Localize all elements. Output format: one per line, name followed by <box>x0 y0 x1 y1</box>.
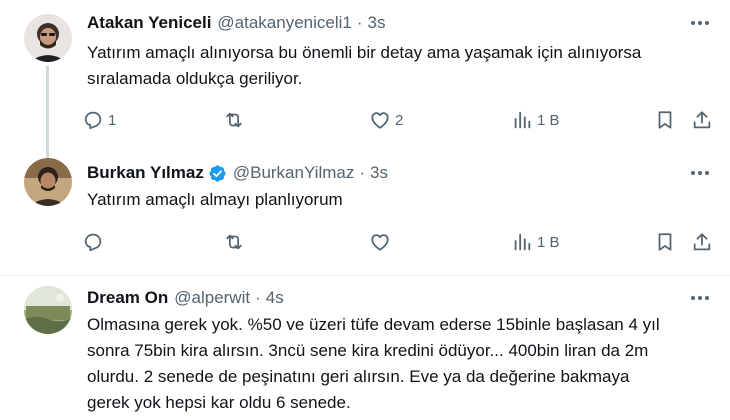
share-icon <box>693 233 711 251</box>
tweet-text: Yatırım amaçlı alınıyorsa bu önemli bir … <box>87 40 717 92</box>
share-button[interactable] <box>691 108 713 132</box>
more-icon[interactable] <box>688 287 712 309</box>
tweet-header: Atakan Yeniceli @atakanyeniceli1 · 3s <box>87 12 386 34</box>
avatar[interactable] <box>24 158 72 206</box>
views-button[interactable]: 1 B <box>511 108 560 132</box>
avatar[interactable] <box>24 14 72 62</box>
timestamp[interactable]: 3s <box>368 12 386 34</box>
tweet-text-line: olurdu. 2 senede de peşinatını geri alır… <box>87 367 630 386</box>
more-icon[interactable] <box>688 162 712 184</box>
views-count: 1 B <box>537 111 560 129</box>
user-handle[interactable]: @atakanyeniceli1 <box>217 12 351 34</box>
reply-button[interactable]: 1 <box>82 108 116 132</box>
separator-dot: · <box>359 163 366 182</box>
views-count: 1 B <box>537 233 560 251</box>
views-button[interactable]: 1 B <box>511 230 560 254</box>
tweet-text-line: Olmasına gerek yok. %50 ve üzeri tüfe de… <box>87 315 660 334</box>
bookmark-button[interactable] <box>654 230 676 254</box>
separator-dot: · <box>356 13 363 32</box>
avatar[interactable] <box>24 286 72 334</box>
user-handle[interactable]: @BurkanYilmaz <box>233 162 355 184</box>
reply-count: 1 <box>108 111 117 129</box>
share-button[interactable] <box>691 230 713 254</box>
tweet-text-line: Yatırım amaçlı alınıyorsa bu önemli bir … <box>87 43 642 62</box>
like-button[interactable] <box>369 230 395 254</box>
bookmark-button[interactable] <box>654 108 676 132</box>
tweet-text-line: sıralamada oldukça geriliyor. <box>87 69 303 88</box>
reply-icon <box>84 233 102 252</box>
reply-icon <box>84 111 102 130</box>
timestamp[interactable]: 4s <box>266 287 284 309</box>
like-icon <box>371 234 389 251</box>
like-icon <box>371 112 389 129</box>
display-name[interactable]: Dream On <box>87 287 168 309</box>
retweet-button[interactable] <box>223 108 249 132</box>
tweet-text-line: sonra 75bin kira alırsın. 3ncü sene kira… <box>87 341 649 360</box>
tweet-text-line: Yatırım amaçlı almayı planlıyorum <box>87 190 343 209</box>
tweet-header: Burkan Yılmaz @BurkanYilmaz · 3s <box>87 162 388 184</box>
tweet-actions: 1 B <box>80 230 720 254</box>
tweet-actions: 1 2 1 B <box>80 108 720 132</box>
tweet-text-line: gerek yok hepsi kar oldu 6 senede. <box>87 393 351 412</box>
retweet-button[interactable] <box>223 230 249 254</box>
bookmark-icon <box>658 111 672 129</box>
tweet-text: Yatırım amaçlı almayı planlıyorum <box>87 187 717 213</box>
bookmark-icon <box>658 233 672 251</box>
tweet-header: Dream On @alperwit · 4s <box>87 287 284 309</box>
display-name[interactable]: Atakan Yeniceli <box>87 12 211 34</box>
more-icon[interactable] <box>688 12 712 34</box>
views-icon <box>514 233 531 251</box>
tweet[interactable]: Atakan Yeniceli @atakanyeniceli1 · 3s Ya… <box>0 0 730 140</box>
share-icon <box>693 111 711 129</box>
views-icon <box>514 111 531 129</box>
separator-dot: · <box>255 288 261 307</box>
reply-button[interactable] <box>82 230 108 254</box>
retweet-icon <box>226 234 242 250</box>
verified-badge-icon <box>209 164 226 182</box>
like-button[interactable]: 2 <box>369 108 403 132</box>
like-count: 2 <box>395 111 404 129</box>
user-handle[interactable]: @alperwit <box>174 287 250 309</box>
display-name[interactable]: Burkan Yılmaz <box>87 162 204 184</box>
tweet-text: Olmasına gerek yok. %50 ve üzeri tüfe de… <box>87 312 717 416</box>
timestamp[interactable]: 3s <box>370 162 388 184</box>
tweet[interactable]: Dream On @alperwit · 4s Olmasına gerek y… <box>0 276 730 420</box>
tweet[interactable]: Burkan Yılmaz @BurkanYilmaz · 3s Yatırım… <box>0 140 730 275</box>
retweet-icon <box>226 112 242 128</box>
